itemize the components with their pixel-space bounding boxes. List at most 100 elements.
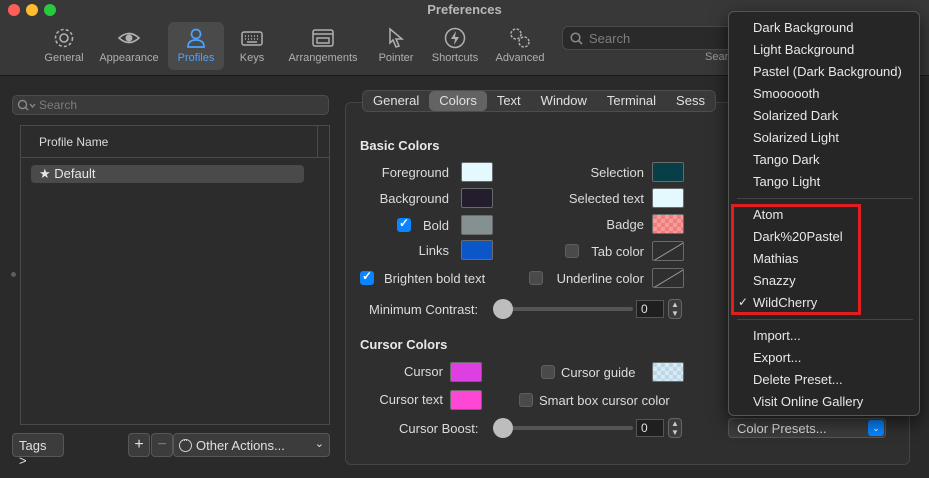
search-hint: Sear xyxy=(705,51,729,63)
other-actions-label: Other Actions... xyxy=(196,438,285,453)
toolbar-label: Profiles xyxy=(177,52,215,64)
menu-item-preset[interactable]: Pastel (Dark Background) xyxy=(753,64,902,79)
person-icon xyxy=(187,28,205,48)
toolbar-shortcuts[interactable]: Shortcuts xyxy=(428,22,482,70)
tab-terminal[interactable]: Terminal xyxy=(597,91,666,111)
cursor-text-label: Cursor text xyxy=(379,392,443,407)
cursor-boost-track[interactable] xyxy=(493,426,633,430)
bold-color-well[interactable] xyxy=(461,215,493,235)
brighten-bold-checkbox[interactable] xyxy=(360,269,374,285)
brighten-bold-label: Brighten bold text xyxy=(384,271,486,286)
toolbar-label: Advanced xyxy=(495,52,545,64)
smart-box-cursor-checkbox[interactable] xyxy=(519,393,533,407)
profile-search-input[interactable]: Search xyxy=(12,95,329,115)
color-presets-button[interactable]: Color Presets... ⌄ xyxy=(728,418,886,438)
bolt-icon xyxy=(444,27,466,49)
cursor-guide-color-well[interactable] xyxy=(652,362,684,382)
profile-tabs: General Colors Text Window Terminal Sess xyxy=(362,90,716,112)
minimum-contrast-track[interactable] xyxy=(493,307,633,311)
menu-item-preset[interactable]: Tango Light xyxy=(753,174,820,189)
tab-text[interactable]: Text xyxy=(487,91,531,111)
chevron-down-icon: ⌄ xyxy=(314,438,324,450)
underline-color-checkbox[interactable] xyxy=(529,271,543,285)
toolbar-appearance[interactable]: Appearance xyxy=(96,22,162,70)
cursor-boost-label: Cursor Boost: xyxy=(399,421,479,436)
minimum-contrast-stepper[interactable]: ▲ ▼ xyxy=(668,299,682,319)
cursor-label: Cursor xyxy=(403,364,443,379)
search-placeholder: Search xyxy=(589,31,631,46)
menu-item-preset[interactable]: Solarized Dark xyxy=(753,108,838,123)
tags-button[interactable]: Tags > xyxy=(12,433,64,468)
cursor-boost-slider[interactable] xyxy=(493,418,513,438)
tab-window[interactable]: Window xyxy=(531,91,597,111)
links-label: Links xyxy=(418,243,449,258)
add-profile-button[interactable]: + xyxy=(128,433,150,457)
tab-general[interactable]: General xyxy=(363,91,429,111)
search-placeholder: Search xyxy=(39,98,78,112)
tab-color-checkbox[interactable] xyxy=(565,244,579,258)
cursor-color-well[interactable] xyxy=(450,362,482,382)
background-color-well[interactable] xyxy=(461,188,493,208)
menu-item-preset[interactable]: Solarized Light xyxy=(753,130,839,145)
toolbar-label: Pointer xyxy=(378,52,414,64)
selection-color-well[interactable] xyxy=(652,162,684,182)
remove-profile-button[interactable]: − xyxy=(151,433,173,457)
toolbar-advanced[interactable]: Advanced xyxy=(492,22,548,70)
menu-separator xyxy=(737,319,913,320)
more-icon xyxy=(179,435,192,452)
menu-item-import[interactable]: Import... xyxy=(753,328,801,343)
chevron-down-icon: ⌄ xyxy=(868,420,884,436)
bold-checkbox[interactable] xyxy=(397,216,411,232)
toolbar-label: Appearance xyxy=(99,52,159,64)
links-color-well[interactable] xyxy=(461,240,493,260)
tab-color-well[interactable] xyxy=(652,241,684,261)
other-actions-button[interactable]: Other Actions... ⌄ xyxy=(173,433,330,457)
tab-colors[interactable]: Colors xyxy=(429,91,487,111)
underline-color-well[interactable] xyxy=(652,268,684,288)
toolbar-label: Shortcuts xyxy=(431,52,479,64)
search-icon xyxy=(570,32,583,45)
basic-colors-title: Basic Colors xyxy=(360,138,440,153)
minimum-contrast-slider[interactable] xyxy=(493,299,513,319)
annotation-highlight-box xyxy=(731,204,861,315)
menu-item-preset[interactable]: Dark Background xyxy=(753,20,853,35)
menu-item-preset[interactable]: Light Background xyxy=(753,42,854,57)
toolbar-label: General xyxy=(44,52,84,64)
minimum-contrast-label: Minimum Contrast: xyxy=(369,302,479,317)
menu-item-delete-preset[interactable]: Delete Preset... xyxy=(753,372,843,387)
selected-text-color-well[interactable] xyxy=(652,188,684,208)
foreground-color-well[interactable] xyxy=(461,162,493,182)
menu-separator xyxy=(737,198,913,199)
cursor-icon xyxy=(389,27,405,48)
menu-item-preset[interactable]: Smoooooth xyxy=(753,86,820,101)
color-presets-label: Color Presets... xyxy=(737,421,827,436)
toolbar-pointer[interactable]: Pointer xyxy=(374,22,418,70)
toolbar-arrangements[interactable]: Arrangements xyxy=(284,22,362,70)
cursor-guide-label: Cursor guide xyxy=(561,365,636,380)
toolbar-label: Arrangements xyxy=(288,52,358,64)
cursor-boost-stepper[interactable]: ▲ ▼ xyxy=(668,418,682,438)
menu-item-preset[interactable]: Tango Dark xyxy=(753,152,819,167)
menu-item-export[interactable]: Export... xyxy=(753,350,801,365)
toolbar-keys[interactable]: Keys xyxy=(232,22,272,70)
bold-label: Bold xyxy=(422,218,449,233)
foreground-label: Foreground xyxy=(381,165,449,180)
cursor-guide-checkbox[interactable] xyxy=(541,365,555,379)
cursor-boost-field[interactable]: 0 xyxy=(636,419,664,437)
menu-item-visit-gallery[interactable]: Visit Online Gallery xyxy=(753,394,863,409)
split-handle[interactable] xyxy=(11,272,16,277)
column-header-profile-name[interactable]: Profile Name xyxy=(21,126,329,158)
toolbar-general[interactable]: General xyxy=(38,22,90,70)
badge-color-well[interactable] xyxy=(652,214,684,234)
cursor-text-color-well[interactable] xyxy=(450,390,482,410)
toolbar-label: Keys xyxy=(239,52,265,64)
profile-row-default[interactable]: ★ Default xyxy=(31,165,304,183)
selected-text-label: Selected text xyxy=(568,191,644,206)
background-label: Background xyxy=(379,191,449,206)
minimum-contrast-field[interactable]: 0 xyxy=(636,300,664,318)
search-icon xyxy=(17,99,36,111)
toolbar-profiles[interactable]: Profiles xyxy=(168,22,224,70)
tab-session[interactable]: Sess xyxy=(666,91,715,111)
preferences-search-input[interactable]: Search xyxy=(562,26,742,50)
cursor-colors-title: Cursor Colors xyxy=(360,337,448,352)
